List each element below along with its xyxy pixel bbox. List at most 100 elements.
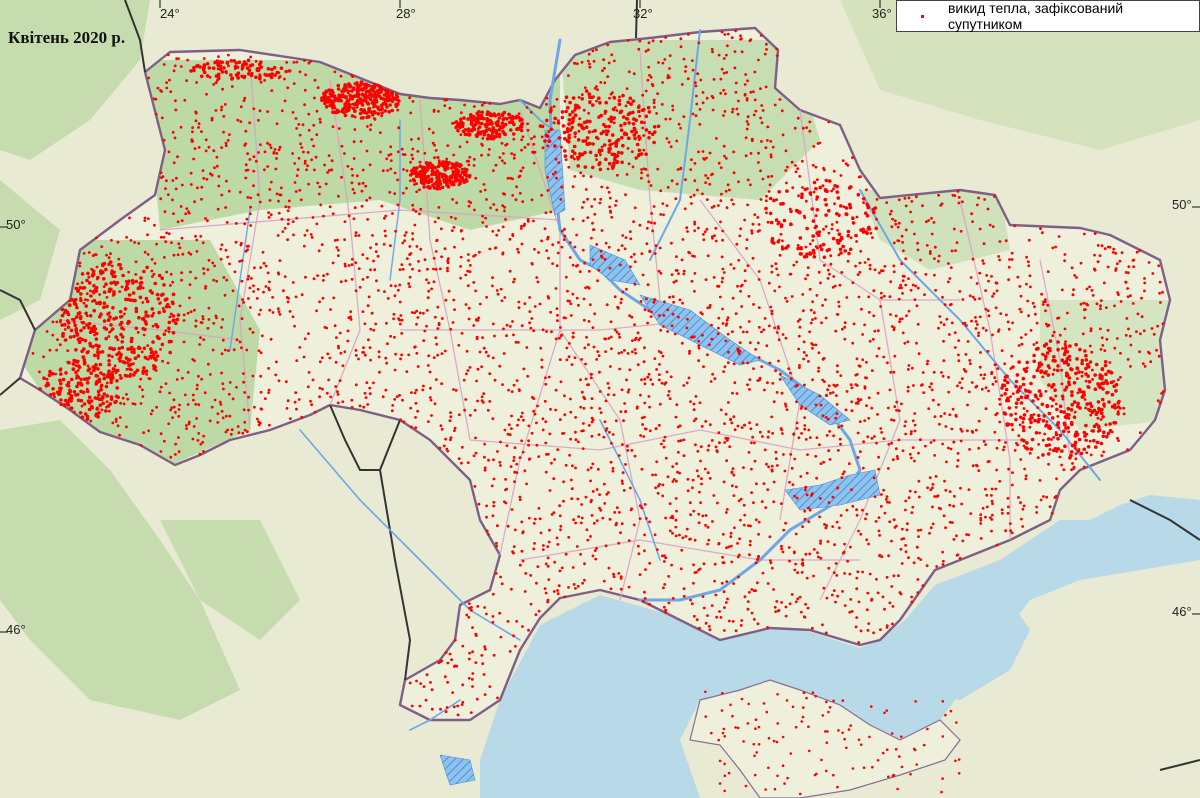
hotspot-point: [874, 520, 878, 523]
hotspot-point: [267, 211, 270, 215]
hotspot-point: [430, 707, 434, 711]
hotspot-point: [943, 479, 946, 483]
hotspot-point: [416, 409, 419, 413]
hotspot-point: [227, 53, 230, 57]
map-canvas[interactable]: Квітень 2020 р. 24° 28° 32° 36° 50° 50° …: [0, 0, 1200, 798]
hotspot-point: [611, 466, 615, 470]
hotspot-point: [239, 105, 243, 109]
hotspot-point: [416, 365, 420, 368]
hotspot-point: [492, 203, 496, 206]
hotspot-point: [121, 396, 125, 400]
hotspot-point: [654, 427, 658, 431]
hotspot-point: [477, 110, 481, 114]
hotspot-point: [603, 109, 608, 114]
hotspot-point: [736, 424, 740, 428]
hotspot-point: [591, 165, 595, 170]
hotspot-point: [443, 247, 447, 251]
hotspot-point: [1025, 255, 1028, 259]
hotspot-point: [570, 487, 574, 491]
hotspot-point: [608, 196, 612, 200]
hotspot-point: [151, 324, 155, 328]
hotspot-point: [454, 217, 457, 220]
hotspot-point: [228, 414, 232, 418]
hotspot-point: [949, 266, 953, 269]
hotspot-point: [749, 90, 753, 94]
hotspot-point: [448, 106, 452, 110]
hotspot-point: [337, 127, 341, 130]
hotspot-point: [278, 259, 282, 262]
hotspot-point: [910, 595, 913, 599]
hotspot-point: [777, 338, 781, 342]
hotspot-point: [51, 320, 55, 324]
hotspot-point: [901, 241, 904, 244]
hotspot-point: [532, 161, 536, 165]
hotspot-point: [419, 207, 423, 211]
hotspot-point: [637, 552, 641, 556]
hotspot-point: [795, 496, 799, 500]
hotspot-point: [888, 388, 892, 392]
hotspot-point: [933, 257, 936, 260]
hotspot-point: [670, 241, 673, 245]
hotspot-point: [425, 309, 429, 312]
hotspot-point: [201, 169, 205, 173]
hotspot-point: [512, 545, 516, 548]
hotspot-point: [593, 128, 597, 133]
hotspot-point: [816, 551, 819, 555]
hotspot-point: [174, 453, 177, 456]
hotspot-point: [1113, 346, 1117, 350]
hotspot-point: [587, 320, 591, 323]
hotspot-point: [454, 120, 459, 124]
hotspot-point: [859, 398, 863, 401]
hotspot-point: [944, 425, 948, 428]
hotspot-point: [175, 176, 178, 180]
hotspot-point: [225, 414, 228, 418]
hotspot-point: [897, 297, 901, 301]
hotspot-point: [697, 41, 701, 45]
hotspot-point: [721, 238, 724, 242]
hotspot-point: [626, 449, 630, 452]
hotspot-point: [692, 193, 696, 197]
hotspot-point: [110, 355, 114, 359]
hotspot-point: [784, 149, 788, 153]
hotspot-point: [877, 455, 880, 459]
hotspot-point: [760, 140, 763, 143]
hotspot-point: [661, 483, 665, 487]
hotspot-point: [632, 72, 636, 76]
hotspot-point: [582, 422, 585, 425]
hotspot-point: [488, 400, 492, 403]
hotspot-point: [764, 199, 768, 203]
hotspot-point: [765, 462, 768, 466]
hotspot-point: [857, 641, 861, 644]
hotspot-point: [479, 121, 484, 126]
hotspot-point: [206, 326, 210, 330]
hotspot-point: [159, 301, 162, 304]
hotspot-point: [609, 209, 612, 213]
hotspot-point: [589, 500, 593, 504]
hotspot-point: [244, 163, 248, 167]
hotspot-point: [960, 502, 963, 506]
hotspot-point: [602, 482, 606, 486]
hotspot-point: [295, 174, 299, 178]
hotspot-point: [484, 128, 489, 133]
hotspot-point: [719, 408, 723, 412]
hotspot-point: [295, 216, 298, 220]
hotspot-point: [907, 196, 911, 200]
hotspot-point: [876, 591, 880, 595]
hotspot-point: [516, 247, 519, 251]
hotspot-point: [240, 346, 243, 350]
hotspot-point: [143, 219, 147, 223]
hotspot-point: [453, 179, 458, 183]
hotspot-point: [380, 114, 383, 118]
hotspot-point: [727, 350, 730, 354]
hotspot-point: [171, 198, 174, 202]
hotspot-point: [610, 347, 613, 351]
hotspot-point: [1040, 292, 1043, 296]
hotspot-point: [890, 539, 893, 543]
hotspot-point: [486, 408, 490, 412]
hotspot-point: [590, 95, 594, 100]
hotspot-point: [597, 268, 601, 272]
hotspot-point: [677, 122, 681, 126]
hotspot-point: [1007, 278, 1010, 282]
hotspot-point: [648, 249, 652, 253]
hotspot-point: [571, 292, 575, 296]
